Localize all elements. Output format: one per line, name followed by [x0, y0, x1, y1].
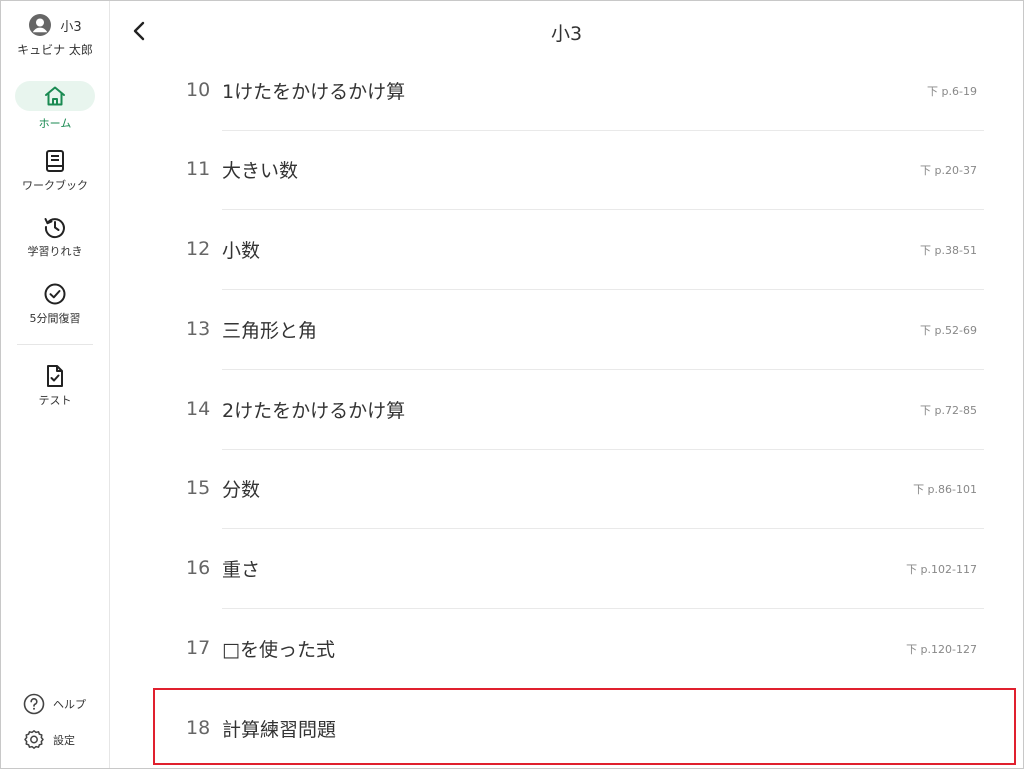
unit-title: 分数 — [222, 479, 261, 501]
list-item[interactable]: 17 □を使った式 下 p.120-127 — [110, 609, 1023, 689]
unit-page-range: 下 p.72-85 — [920, 404, 977, 417]
sidebar-divider — [17, 344, 93, 345]
list-item[interactable]: 15 分数 下 p.86-101 — [110, 449, 1023, 529]
help-label: ヘルプ — [53, 698, 86, 711]
unit-page-range: 下 p.6-19 — [927, 85, 977, 98]
unit-page-range: 下 p.120-127 — [906, 643, 977, 656]
history-icon — [44, 218, 65, 239]
home-icon — [45, 86, 65, 106]
sidebar-item-label: 5分間復習 — [29, 312, 81, 325]
user-avatar-icon — [29, 14, 52, 36]
unit-number: 11 — [186, 158, 211, 180]
unit-number: 17 — [186, 637, 211, 659]
settings-label: 設定 — [53, 734, 75, 747]
unit-title: 2けたをかけるかけ算 — [222, 400, 406, 422]
list-item[interactable]: 13 三角形と角 下 p.52-69 — [110, 290, 1023, 370]
sidebar-item-workbook[interactable]: ワークブック — [1, 149, 109, 193]
unit-title: 重さ — [222, 559, 261, 581]
sidebar: 小3 キュビナ 太郎 ホーム ワークブック 学習りれき 5分間復習 テスト ヘル… — [1, 1, 110, 768]
check-circle-icon — [44, 283, 66, 305]
page-title: 小3 — [550, 23, 583, 45]
highlight-box — [153, 688, 1016, 765]
sidebar-item-review[interactable]: 5分間復習 — [1, 282, 109, 326]
sidebar-item-home[interactable]: ホーム — [1, 81, 109, 131]
unit-number: 14 — [186, 398, 211, 420]
unit-number: 10 — [186, 79, 211, 101]
sidebar-item-label: テスト — [38, 394, 72, 407]
user-name: キュビナ 太郎 — [17, 43, 93, 57]
user-profile[interactable]: 小3 キュビナ 太郎 — [1, 13, 109, 58]
sidebar-item-label: ワークブック — [22, 179, 88, 192]
unit-title: 三角形と角 — [222, 320, 318, 342]
unit-number: 12 — [186, 238, 211, 260]
unit-page-range: 下 p.38-51 — [920, 244, 977, 257]
unit-page-range: 下 p.86-101 — [913, 483, 977, 496]
list-item[interactable]: 10 1けたをかけるかけ算 下 p.6-19 — [110, 51, 1023, 131]
book-icon — [46, 150, 64, 172]
unit-number: 15 — [186, 477, 211, 499]
list-item[interactable]: 14 2けたをかけるかけ算 下 p.72-85 — [110, 370, 1023, 450]
sidebar-item-history[interactable]: 学習りれき — [1, 215, 109, 259]
sidebar-item-test[interactable]: テスト — [1, 364, 109, 408]
unit-title: 1けたをかけるかけ算 — [222, 81, 406, 103]
sidebar-item-label: 学習りれき — [27, 245, 83, 258]
list-item[interactable]: 11 大きい数 下 p.20-37 — [110, 130, 1023, 210]
unit-number: 16 — [186, 557, 211, 579]
user-grade: 小3 — [60, 19, 82, 35]
gear-icon — [24, 730, 44, 749]
list-item[interactable]: 12 小数 下 p.38-51 — [110, 210, 1023, 290]
settings-link[interactable]: 設定 — [23, 729, 75, 751]
unit-page-range: 下 p.102-117 — [906, 563, 977, 576]
list-item[interactable]: 16 重さ 下 p.102-117 — [110, 529, 1023, 609]
test-doc-icon — [47, 365, 63, 387]
help-icon — [23, 693, 45, 715]
unit-title: 小数 — [222, 240, 261, 262]
unit-page-range: 下 p.52-69 — [920, 324, 977, 337]
unit-number: 13 — [186, 318, 211, 340]
unit-page-range: 下 p.20-37 — [920, 164, 977, 177]
app-frame: 小3 キュビナ 太郎 ホーム ワークブック 学習りれき 5分間復習 テスト ヘル… — [0, 0, 1024, 769]
sidebar-item-label: ホーム — [38, 117, 72, 130]
unit-title: 大きい数 — [222, 160, 299, 182]
unit-title: □を使った式 — [222, 639, 335, 661]
help-link[interactable]: ヘルプ — [23, 693, 86, 715]
